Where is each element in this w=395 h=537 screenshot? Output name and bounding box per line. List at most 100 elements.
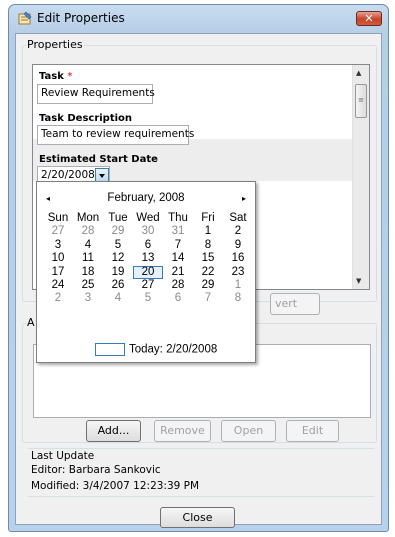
calendar-day[interactable]: 17 [43,266,73,279]
calendar-day[interactable]: 19 [103,266,133,279]
next-month-icon[interactable]: ▸ [242,194,246,203]
last-update-heading: Last Update [31,450,95,462]
calendar-day[interactable]: 14 [163,252,193,265]
properties-legend: Properties [26,38,84,51]
calendar-day[interactable]: 3 [43,239,73,252]
calendar-day[interactable]: 16 [223,252,253,265]
close-button-label: Close [182,511,213,524]
calendar-day[interactable]: 29 [193,279,223,292]
calendar-day[interactable]: 6 [133,239,163,252]
weekday-header: Tue [108,212,128,224]
today-link[interactable]: Today: 2/20/2008 [95,343,217,357]
calendar-day[interactable]: 4 [73,239,103,252]
add-button-label: Add... [97,424,130,437]
today-label: Today: 2/20/2008 [129,343,218,356]
calendar-day[interactable]: 2 [43,292,73,305]
calendar-day[interactable]: 27 [133,279,163,292]
calendar-day[interactable]: 21 [163,266,193,279]
calendar-week-row: 10 11 12 13 14 15 16 [43,252,253,265]
calendar-day[interactable]: 12 [103,252,133,265]
calendar-day[interactable]: 1 [223,279,253,292]
weekday-header: Sat [229,212,247,224]
close-icon: ✕ [364,12,374,25]
remove-attachment-button[interactable]: Remove [154,420,211,442]
edit-button-label: Edit [301,424,324,437]
vertical-scrollbar[interactable]: ▲ ≡ ▼ [352,65,369,289]
window-close-button[interactable]: ✕ [356,11,382,26]
date-picker-popup: ◂ February, 2008 ▸ Sun Mon Tue Wed Thu Fri Sat… [36,181,256,363]
required-marker: * [67,71,73,82]
calendar-day[interactable]: 7 [193,292,223,305]
calendar-day[interactable]: 7 [163,239,193,252]
revert-button-label: vert [275,297,298,310]
estimated-start-date-value: 2/20/2008 [41,169,95,181]
editor-line: Editor: Barbara Sankovic [31,464,161,476]
title-bar[interactable]: Edit Properties ✕ [9,5,388,33]
calendar-day[interactable]: 4 [103,292,133,305]
calendar-week-row: 17 18 19 20 21 22 23 [43,265,253,279]
calendar-day[interactable]: 20 [133,265,163,279]
calendar-day[interactable]: 28 [163,279,193,292]
calendar-day[interactable]: 28 [73,225,103,238]
calendar-day[interactable]: 9 [223,239,253,252]
edit-properties-icon [18,11,32,25]
calendar-weeks: 27 28 29 30 31 1 2 3 4 5 6 7 8 9 10 11 12 13 14 15 16 17 18 19 2… [43,225,253,305]
calendar-week-row: 2345678 [43,292,253,305]
calendar-day[interactable]: 30 [133,225,163,238]
calendar-day[interactable]: 23 [223,266,253,279]
calendar-day[interactable]: 8 [193,239,223,252]
edit-attachment-button[interactable]: Edit [286,420,339,442]
calendar-day[interactable]: 2 [223,225,253,238]
calendar-day[interactable]: 24 [43,279,73,292]
calendar-day[interactable]: 18 [73,266,103,279]
weekday-header: Fri [201,212,215,224]
scroll-down-icon[interactable]: ▼ [356,277,361,285]
task-label: Task * [39,71,72,82]
calendar-day[interactable]: 22 [193,266,223,279]
calendar-day[interactable]: 8 [223,292,253,305]
calendar-day[interactable]: 11 [73,252,103,265]
weekday-header: Mon [76,212,100,224]
weekday-header-row: Sun Mon Tue Wed Thu Fri Sat [43,212,253,225]
calendar-day[interactable]: 5 [133,292,163,305]
weekday-header: Sun [47,212,69,224]
remove-button-label: Remove [160,424,205,437]
attachments-legend: A [26,316,36,329]
calendar-week-row: 27 28 29 30 31 1 2 [43,225,253,238]
calendar-day[interactable]: 13 [133,252,163,265]
today-marker-icon [95,343,125,356]
modified-line: Modified: 3/4/2007 12:23:39 PM [31,480,200,492]
revert-button[interactable]: vert [270,293,320,315]
calendar-day[interactable]: 6 [163,292,193,305]
calendar-week-row: 3456789 [43,239,253,252]
calendar-day[interactable]: 26 [103,279,133,292]
last-update-separator [28,448,374,449]
add-attachment-button[interactable]: Add... [86,420,141,442]
open-button-label: Open [233,424,264,437]
scroll-thumb[interactable]: ≡ [355,84,367,118]
calendar-day[interactable]: 31 [163,225,193,238]
calendar-day[interactable]: 5 [103,239,133,252]
calendar-day[interactable]: 25 [73,279,103,292]
calendar-day[interactable]: 29 [103,225,133,238]
calendar-grid: Sun Mon Tue Wed Thu Fri Sat 27 28 29 30 31 1 2 3 4 5 6 7 8… [43,212,253,306]
weekday-header: Thu [168,212,188,224]
weekday-header: Wed [136,212,160,224]
close-button[interactable]: Close [160,507,235,528]
calendar-day[interactable]: 1 [193,225,223,238]
task-description-input[interactable]: Team to review requirements [37,125,194,145]
task-input[interactable]: Review Requirements [37,84,155,104]
task-description-label: Task Description [39,113,133,124]
window-title: Edit Properties [37,11,125,25]
footer-separator [28,496,374,497]
open-attachment-button[interactable]: Open [221,420,276,442]
calendar-day[interactable]: 10 [43,252,73,265]
scroll-up-icon[interactable]: ▲ [356,69,361,77]
estimated-start-date-label: Estimated Start Date [39,154,158,165]
calendar-header: ◂ February, 2008 ▸ [37,192,255,208]
calendar-month-year[interactable]: February, 2008 [37,192,255,204]
calendar-day[interactable]: 27 [43,225,73,238]
calendar-day[interactable]: 3 [73,292,103,305]
calendar-day[interactable]: 15 [193,252,223,265]
calendar-week-row: 24 25 26 27 28 29 1 [43,279,253,292]
